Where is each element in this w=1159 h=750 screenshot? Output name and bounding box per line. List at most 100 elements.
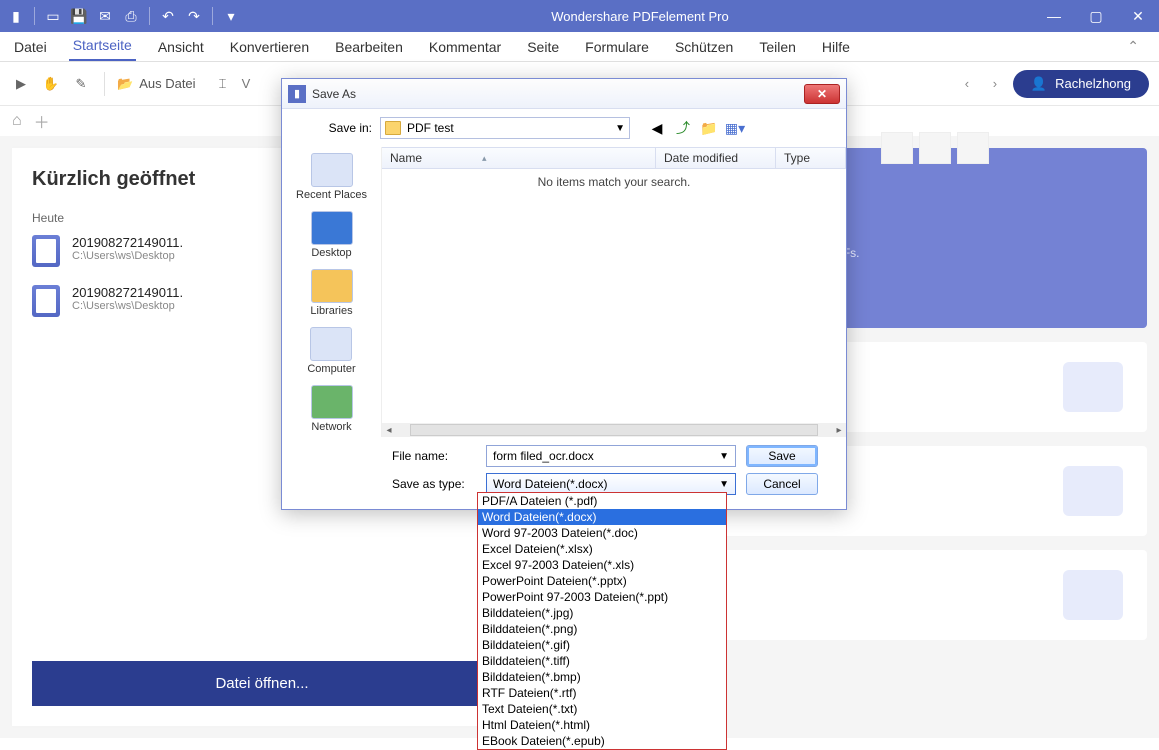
recent-file-name: 201908272149011. [72,285,183,300]
hand-tool-icon[interactable]: ✋ [40,73,62,95]
ribbon-tabs: Datei Startseite Ansicht Konvertieren Be… [0,32,1159,62]
nav-up-icon[interactable]: ⤴ [672,118,694,138]
type-option[interactable]: PowerPoint Dateien(*.pptx) [478,573,726,589]
cancel-button[interactable]: Cancel [746,473,818,495]
nav-back-icon[interactable]: ◀ [646,118,668,138]
type-option[interactable]: EBook Dateien(*.epub) [478,733,726,749]
tab-hilfe[interactable]: Hilfe [818,33,854,61]
minimize-button[interactable]: — [1033,0,1075,32]
file-list-header[interactable]: Name▴ Date modified Type [382,147,846,169]
type-option[interactable]: Bilddateien(*.tiff) [478,653,726,669]
tab-schuetzen[interactable]: Schützen [671,33,737,61]
type-option[interactable]: Text Dateien(*.txt) [478,701,726,717]
place-label: Computer [307,363,355,375]
tab-konvertieren[interactable]: Konvertieren [226,33,313,61]
close-button[interactable]: ✕ [1117,0,1159,32]
tab-teilen[interactable]: Teilen [755,33,800,61]
tab-formulare[interactable]: Formulare [581,33,653,61]
app-logo-icon: ▮ [6,6,26,26]
view-menu-icon[interactable]: ▦▾ [724,118,746,138]
scroll-left-icon[interactable]: ◂ [382,425,396,436]
save-button[interactable]: Save [746,445,818,467]
col-type[interactable]: Type [776,148,846,168]
toolbar-prev-icon[interactable]: ‹ [957,76,977,91]
from-file-button[interactable]: 📂 Aus Datei [117,76,196,92]
folder-out-icon: 📂 [117,76,133,92]
tab-seite[interactable]: Seite [523,33,563,61]
type-option[interactable]: RTF Dateien(*.rtf) [478,685,726,701]
type-option[interactable]: Bilddateien(*.bmp) [478,669,726,685]
ribbon-collapse-icon[interactable]: ⌃ [1117,32,1149,61]
tab-kommentar[interactable]: Kommentar [425,33,505,61]
open-file-button[interactable]: Datei öffnen... [32,661,492,706]
redo-icon[interactable]: ↷ [184,6,204,26]
new-folder-icon[interactable]: 📁 [698,118,720,138]
type-option[interactable]: Word 97-2003 Dateien(*.doc) [478,525,726,541]
place-computer[interactable]: Computer [307,327,355,375]
libraries-icon [311,269,353,303]
type-option[interactable]: Html Dateien(*.html) [478,717,726,733]
file-list-body: No items match your search. [382,169,846,423]
place-label: Recent Places [296,189,367,201]
type-option[interactable]: Excel Dateien(*.xlsx) [478,541,726,557]
filename-input[interactable]: form filed_ocr.docx ▼ [486,445,736,467]
mail-icon[interactable]: ✉ [95,6,115,26]
user-button[interactable]: 👤 Rachelzhong [1013,70,1149,98]
chevron-down-icon: ▼ [615,123,625,134]
type-option[interactable]: Excel 97-2003 Dateien(*.xls) [478,557,726,573]
type-option[interactable]: Bilddateien(*.gif) [478,637,726,653]
places-bar: Recent Places Desktop Libraries Computer… [282,147,382,437]
place-network[interactable]: Network [311,385,353,433]
savein-value: PDF test [407,121,454,135]
tab-bearbeiten[interactable]: Bearbeiten [331,33,407,61]
home-tab-icon[interactable]: ⌂ [12,112,22,130]
place-desktop[interactable]: Desktop [311,211,353,259]
place-libraries[interactable]: Libraries [310,269,352,317]
type-option[interactable]: PDF/A Dateien (*.pdf) [478,493,726,509]
scanner-icon[interactable]: ⌶ [212,73,234,95]
type-option[interactable]: PowerPoint 97-2003 Dateien(*.ppt) [478,589,726,605]
dialog-close-button[interactable]: ✕ [804,84,840,104]
place-label: Desktop [311,247,351,259]
col-name[interactable]: Name▴ [382,148,656,168]
tab-startseite[interactable]: Startseite [69,31,136,61]
select-tool-icon[interactable]: ▶ [10,73,32,95]
new-tab-icon[interactable]: ＋ [34,109,50,133]
type-option[interactable]: Word Dateien(*.docx) [478,509,726,525]
saveas-type-value: Word Dateien(*.docx) [493,477,608,491]
horizontal-scrollbar[interactable]: ◂ ▸ [382,423,846,437]
qat-dropdown-icon[interactable]: ▾ [221,6,241,26]
maximize-button[interactable]: ▢ [1075,0,1117,32]
obscured-tools [881,132,989,164]
save-as-dialog: ▮ Save As ✕ Save in: PDF test ▼ ◀ ⤴ 📁 ▦▾… [281,78,847,510]
dialog-titlebar[interactable]: ▮ Save As ✕ [282,79,846,109]
toolbar-next-icon[interactable]: › [985,76,1005,91]
place-recent[interactable]: Recent Places [296,153,367,201]
tab-ansicht[interactable]: Ansicht [154,33,208,61]
scroll-thumb[interactable] [410,424,818,436]
save-icon[interactable]: 💾 [69,6,89,26]
folder-icon [385,121,401,135]
desktop-icon [311,211,353,245]
empty-message: No items match your search. [538,175,691,189]
open-icon[interactable]: ▭ [43,6,63,26]
user-icon: 👤 [1031,76,1047,92]
tab-datei[interactable]: Datei [10,33,51,61]
saveas-type-label: Save as type: [392,477,476,491]
recent-file-name: 201908272149011. [72,235,183,250]
edit-tool-icon[interactable]: ✎ [70,73,92,95]
savein-combo[interactable]: PDF test ▼ [380,117,630,139]
col-date[interactable]: Date modified [656,148,776,168]
merge-icon [1063,466,1123,516]
savein-label: Save in: [292,121,372,135]
undo-icon[interactable]: ↶ [158,6,178,26]
type-option[interactable]: Bilddateien(*.png) [478,621,726,637]
print-icon[interactable]: ⎙ [121,6,141,26]
saveas-type-dropdown[interactable]: PDF/A Dateien (*.pdf)Word Dateien(*.docx… [477,492,727,750]
dialog-title: Save As [312,87,356,101]
scroll-right-icon[interactable]: ▸ [832,425,846,436]
type-option[interactable]: Bilddateien(*.jpg) [478,605,726,621]
place-label: Libraries [310,305,352,317]
user-name: Rachelzhong [1055,76,1131,91]
file-list: Name▴ Date modified Type No items match … [382,147,846,437]
